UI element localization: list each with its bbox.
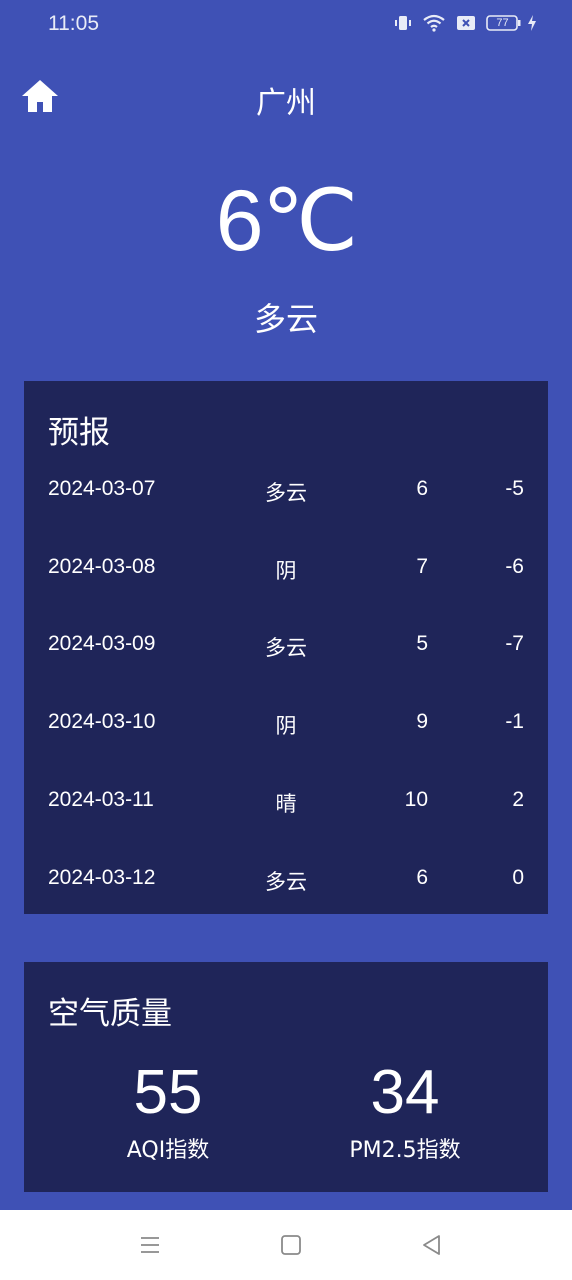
- aqi-block: 55 AQI指数: [68, 1062, 268, 1164]
- forecast-date: 2024-03-08: [48, 555, 156, 578]
- square-icon: [278, 1235, 304, 1262]
- wifi-icon: [422, 14, 446, 32]
- forecast-row: 2024-03-11 晴 10 2: [24, 788, 548, 828]
- recent-apps-button[interactable]: [137, 1232, 163, 1258]
- forecast-high: 6: [416, 477, 428, 500]
- forecast-condition: 多云: [265, 636, 307, 660]
- vibrate-icon: [394, 14, 412, 32]
- air-quality-title: 空气质量: [48, 996, 172, 1032]
- forecast-row: 2024-03-09 多云 5 -7: [24, 632, 548, 672]
- battery-icon: 77: [486, 14, 522, 32]
- forecast-row: 2024-03-08 阴 7 -6: [24, 555, 548, 595]
- forecast-high: 5: [416, 632, 428, 655]
- forecast-high: 9: [416, 710, 428, 733]
- forecast-low: 2: [512, 788, 524, 811]
- forecast-date: 2024-03-10: [48, 710, 156, 733]
- forecast-date: 2024-03-07: [48, 477, 156, 500]
- forecast-date: 2024-03-09: [48, 632, 156, 655]
- pm25-block: 34 PM2.5指数: [305, 1062, 505, 1164]
- forecast-high: 7: [416, 555, 428, 578]
- forecast-row: 2024-03-07 多云 6 -5: [24, 477, 548, 517]
- status-bar: 11:05 77: [0, 0, 572, 52]
- forecast-condition: 阴: [275, 714, 297, 738]
- aqi-label: AQI指数: [126, 1138, 210, 1163]
- current-temperature: 6℃: [215, 173, 358, 269]
- forecast-low: -6: [505, 555, 524, 578]
- status-time: 11:05: [48, 12, 99, 35]
- forecast-title: 预报: [48, 415, 110, 451]
- pm25-value: 34: [370, 1058, 440, 1127]
- forecast-card: 预报 2024-03-07 多云 6 -5 2024-03-08 阴 7 -6 …: [24, 381, 548, 914]
- forecast-low: 0: [512, 866, 524, 889]
- forecast-condition: 晴: [275, 792, 297, 816]
- back-button[interactable]: [419, 1232, 445, 1258]
- forecast-condition: 多云: [265, 481, 307, 505]
- forecast-high: 10: [404, 788, 428, 811]
- forecast-low: -1: [505, 710, 524, 733]
- forecast-condition: 多云: [265, 870, 307, 894]
- navigation-bar: [0, 1210, 572, 1280]
- current-condition: 多云: [253, 300, 318, 338]
- back-icon: [419, 1235, 445, 1262]
- charging-icon: [526, 14, 538, 32]
- city-title: 广州: [256, 86, 316, 121]
- forecast-row: 2024-03-12 多云 6 0: [24, 866, 548, 906]
- pm25-label: PM2.5指数: [349, 1138, 461, 1163]
- status-icons: 77: [394, 14, 538, 32]
- forecast-date: 2024-03-12: [48, 866, 156, 889]
- home-nav-button[interactable]: [278, 1232, 304, 1258]
- forecast-row: 2024-03-10 阴 9 -1: [24, 710, 548, 750]
- forecast-low: -5: [505, 477, 524, 500]
- forecast-date: 2024-03-11: [48, 788, 154, 811]
- forecast-low: -7: [505, 632, 524, 655]
- sim-icon: [456, 14, 476, 32]
- menu-icon: [137, 1237, 163, 1262]
- air-quality-card: 空气质量 55 AQI指数 34 PM2.5指数: [24, 962, 548, 1192]
- aqi-value: 55: [133, 1058, 203, 1127]
- battery-level: 77: [496, 17, 509, 29]
- forecast-high: 6: [416, 866, 428, 889]
- forecast-condition: 阴: [275, 559, 297, 583]
